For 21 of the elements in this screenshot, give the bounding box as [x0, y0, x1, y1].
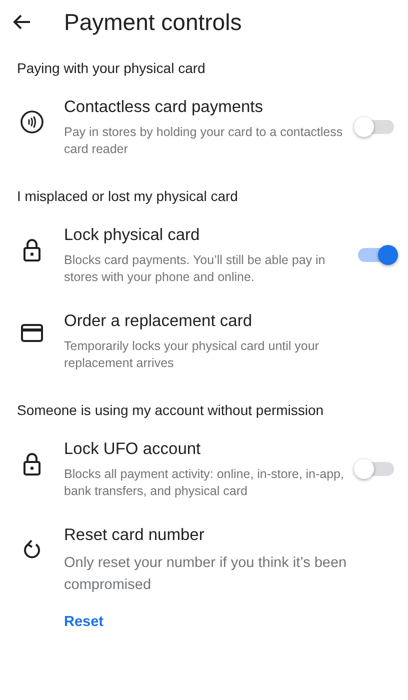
contactless-icon [20, 110, 44, 134]
setting-title: Order a replacement card [64, 312, 254, 331]
page-title: Payment controls [64, 8, 242, 36]
setting-description: Blocks card payments. You’ll still be able pay in stores with your phone and online. [64, 252, 326, 286]
reset-icon [22, 538, 42, 560]
setting-title: Lock physical card [64, 226, 201, 245]
setting-description: Blocks all payment activity: online, in-store, in-app, bank transfers, and physical card [64, 466, 345, 500]
setting-description: Only reset your number if you think it’s been compromised [64, 554, 348, 595]
lock-icon [23, 238, 41, 262]
back-icon[interactable] [13, 14, 31, 30]
setting-description: Pay in stores by holding your card to a contactless card reader [64, 124, 344, 158]
setting-title: Lock UFO account [64, 440, 202, 459]
setting-title: Contactless card payments [64, 98, 264, 117]
setting-title: Reset card number [64, 526, 206, 545]
setting-description: Temporarily locks your physical card until your replacement arrives [64, 338, 320, 372]
section-heading: I misplaced or lost my physical card [16, 187, 239, 206]
section-heading: Paying with your physical card [16, 59, 206, 78]
reset-link[interactable]: Reset [64, 614, 104, 630]
lock-icon [23, 452, 41, 476]
section-heading: Someone is using my account without permission [16, 401, 325, 420]
credit-card-icon [21, 324, 43, 342]
